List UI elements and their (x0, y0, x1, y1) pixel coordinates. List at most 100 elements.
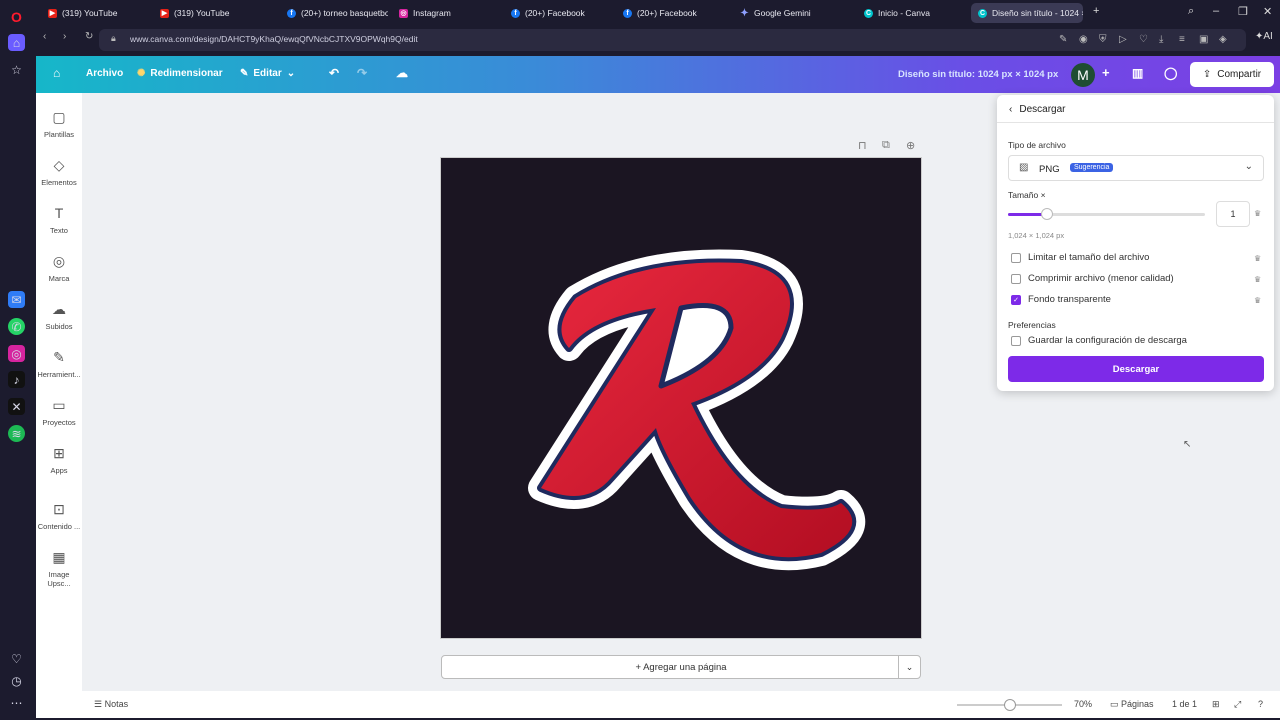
more-icon[interactable]: ⋯ (8, 694, 25, 711)
tab-torneo[interactable]: f (20+) torneo basquetbol (280, 3, 388, 23)
heart-icon[interactable]: ♡ (1139, 34, 1148, 45)
x-icon[interactable]: ✕ (8, 398, 25, 415)
chevron-down-icon[interactable]: ⌄ (898, 656, 920, 678)
zoom-percent[interactable]: 70% (1074, 699, 1092, 709)
transparent-option[interactable]: ✓ Fondo transparente (1011, 294, 1111, 305)
tiktok-icon[interactable]: ♪ (8, 371, 25, 388)
grid-view-icon[interactable]: ⊞ (1212, 699, 1220, 710)
download-button[interactable]: Descargar (1008, 356, 1264, 382)
instagram-icon[interactable]: ◎ (8, 345, 25, 362)
tab-youtube-1[interactable]: ▶ (319) YouTube (41, 3, 145, 23)
archivo-menu[interactable]: Archivo (86, 68, 123, 79)
tab-facebook-2[interactable]: f (20+) Facebook (616, 3, 724, 23)
comment-icon[interactable]: ◯ (1164, 66, 1177, 80)
home-icon[interactable]: ⌂ (8, 34, 25, 51)
zoom-slider[interactable] (957, 699, 1062, 711)
messenger-icon[interactable]: ✉ (8, 291, 25, 308)
rail-image-upscaler[interactable]: ▦ Image Upsc... (36, 549, 82, 588)
rail-apps[interactable]: ⊞ Apps (36, 445, 82, 475)
download-icon[interactable]: ⤓ (1159, 34, 1163, 45)
compress-checkbox[interactable] (1011, 273, 1021, 284)
tab-label: (20+) Facebook (525, 8, 585, 18)
save-config-checkbox[interactable] (1011, 335, 1021, 346)
close-icon[interactable]: ✕ (1263, 5, 1272, 18)
help-icon[interactable]: ? (1258, 699, 1263, 709)
limit-size-checkbox[interactable] (1011, 252, 1021, 263)
size-slider[interactable] (1008, 208, 1205, 220)
transparent-checkbox[interactable]: ✓ (1011, 294, 1021, 305)
play-icon[interactable]: ▷ (1119, 34, 1127, 45)
rail-elementos[interactable]: ◇ Elementos (36, 157, 82, 187)
limit-size-option[interactable]: Limitar el tamaño del archivo (1011, 252, 1149, 263)
add-page-button[interactable]: + Agregar una página ⌄ (441, 655, 921, 679)
url-text: www.canva.com/design/DAHCT9yKhaQ/ewqQfVN… (130, 34, 418, 44)
url-field[interactable]: 🔒︎ www.canva.com/design/DAHCT9yKhaQ/ewqQ… (99, 29, 1246, 51)
rail-herramientas[interactable]: ✎ Herramient... (36, 349, 82, 379)
file-type-select[interactable]: ▨ PNG Sugerencia ⌄ (1008, 155, 1264, 181)
history-icon[interactable]: ◷ (8, 672, 25, 689)
lock-icon[interactable]: ⊓ (858, 139, 867, 152)
shield-icon[interactable]: ⛨ (1099, 34, 1107, 45)
rail-marca[interactable]: ◎ Marca (36, 253, 82, 283)
design-canvas[interactable] (441, 158, 921, 638)
avatar[interactable]: M (1071, 63, 1095, 87)
rail-contenido[interactable]: ⊡ Contenido ... (36, 501, 82, 531)
canva-header: ⌂ Archivo ✺ Redimensionar ✎ Editar ⌄ ↶ ↷… (36, 56, 1280, 93)
camera-icon[interactable]: ◉ (1079, 34, 1088, 45)
reload-icon[interactable]: ↻ (85, 31, 93, 42)
pinboard-icon[interactable]: ☆ (8, 61, 25, 78)
duplicate-icon[interactable]: ⧉ (882, 139, 890, 152)
back-icon[interactable]: ‹ (43, 31, 46, 42)
pages-button[interactable]: ▭ Páginas (1110, 699, 1154, 710)
fullscreen-icon[interactable]: ⤢ (1234, 699, 1241, 710)
minimize-icon[interactable]: – (1213, 5, 1219, 17)
editar-button[interactable]: ✎ Editar ⌄ (240, 68, 295, 79)
design-title[interactable]: Diseño sin título: 1024 px × 1024 px (898, 69, 1058, 80)
add-page-icon[interactable]: ⊕ (906, 139, 915, 152)
tab-gemini[interactable]: ✦ Google Gemini (733, 3, 841, 23)
r-logo[interactable] (441, 158, 921, 638)
edit-icon[interactable]: ✎ (1059, 34, 1067, 45)
rail-texto[interactable]: T Texto (36, 205, 82, 235)
search-icon[interactable]: ⌕ (1188, 5, 1194, 18)
undo-icon[interactable]: ↶ (329, 66, 339, 80)
rail-subidos[interactable]: ☁ Subidos (36, 301, 82, 331)
zoom-slider-thumb[interactable] (1003, 699, 1016, 711)
cube-icon[interactable]: ◈ (1219, 34, 1227, 45)
add-icon[interactable]: + (1102, 65, 1110, 80)
restore-icon[interactable]: ❐ (1238, 5, 1248, 18)
size-slider-thumb[interactable] (1041, 208, 1054, 220)
heart-icon[interactable]: ♡ (8, 650, 25, 667)
save-config-option[interactable]: Guardar la configuración de descarga (1011, 335, 1187, 346)
rail-proyectos[interactable]: ▭ Proyectos (36, 397, 82, 427)
redo-icon[interactable]: ↷ (357, 66, 367, 80)
rail-plantillas[interactable]: ▢ Plantillas (36, 109, 82, 139)
spotify-icon[interactable]: ≋ (8, 425, 25, 442)
tab-canva-home[interactable]: C Inicio - Canva (857, 3, 965, 23)
tab-facebook-1[interactable]: f (20+) Facebook (504, 3, 612, 23)
compress-option[interactable]: Comprimir archivo (menor calidad) (1011, 273, 1174, 284)
opera-logo-icon[interactable]: O (8, 8, 25, 25)
app-window: O ⌂ ☆ ✉ ✆ ◎ ♪ ✕ ≋ ♡ ◷ ⋯ ▶ (319) YouTube … (0, 0, 1280, 720)
whatsapp-icon[interactable]: ✆ (8, 318, 25, 335)
pages-icon: ▭ (1110, 699, 1122, 709)
cloud-sync-icon[interactable]: ☁ (396, 66, 408, 80)
tab-canva-design[interactable]: C Diseño sin título - 1024 × (971, 3, 1083, 23)
menu-icon[interactable]: ≡ (1179, 34, 1185, 45)
apps-icon: ⊞ (53, 445, 65, 461)
home-icon[interactable]: ⌂ (53, 66, 60, 80)
mouse-cursor-icon: ↖ (1183, 439, 1192, 450)
redimensionar-button[interactable]: ✺ Redimensionar (137, 68, 223, 79)
share-button[interactable]: ⇪ Compartir (1190, 62, 1274, 87)
tab-youtube-2[interactable]: ▶ (319) YouTube (153, 3, 265, 23)
new-tab-icon[interactable]: + (1093, 5, 1099, 17)
analytics-icon[interactable]: ▥ (1132, 66, 1143, 80)
back-button[interactable]: ‹ Descargar (1009, 104, 1065, 115)
wallet-icon[interactable]: ▣ (1199, 34, 1208, 45)
notes-button[interactable]: ☰ Notas (94, 699, 128, 710)
ai-icon[interactable]: ✦AI (1255, 31, 1273, 42)
tab-instagram[interactable]: ◎ Instagram (392, 3, 500, 23)
size-input[interactable]: 1 (1216, 201, 1250, 227)
size-label: Tamaño × (1008, 190, 1046, 200)
forward-icon[interactable]: › (63, 31, 66, 42)
